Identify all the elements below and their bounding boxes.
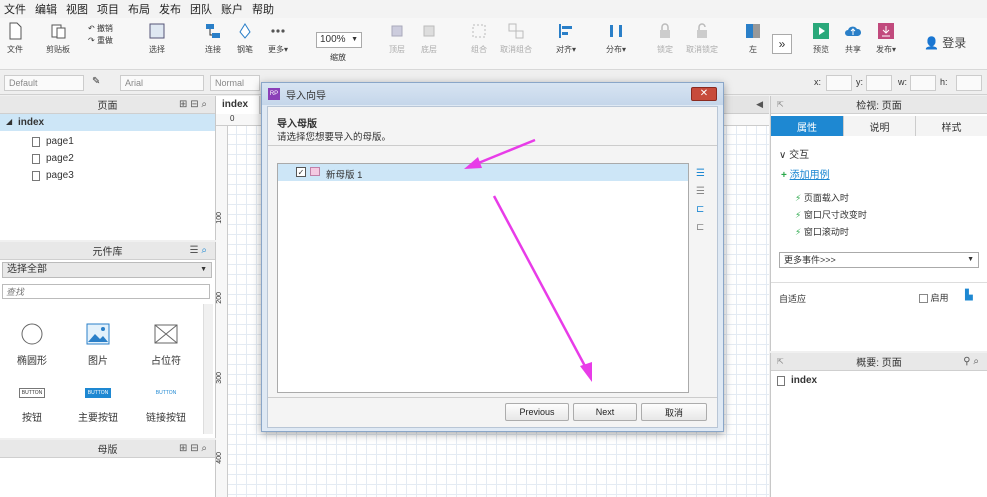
arrow-to-next-button — [492, 195, 592, 382]
annotation-arrows — [464, 138, 592, 382]
arrow-to-master-item — [464, 138, 536, 169]
